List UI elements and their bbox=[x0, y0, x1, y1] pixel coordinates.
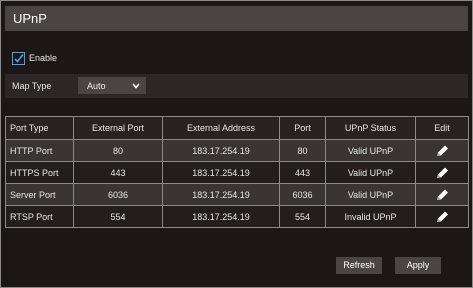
checkmark-icon bbox=[14, 53, 24, 63]
external-port-cell: 554 bbox=[73, 205, 163, 228]
port-cell: 443 bbox=[279, 161, 326, 184]
edit-cell bbox=[415, 139, 469, 162]
edit-cell bbox=[415, 183, 469, 206]
column-header-external-port: External Port bbox=[73, 116, 163, 140]
map-type-row: Map Type Auto bbox=[5, 74, 468, 98]
upnp-status-cell: Valid UPnP bbox=[325, 139, 416, 162]
port-type-cell: HTTP Port bbox=[5, 139, 74, 162]
table-row[interactable]: Server Port 6036 183.17.254.19 6036 Vali… bbox=[5, 183, 469, 206]
pencil-icon[interactable] bbox=[435, 167, 449, 179]
title-bar: UPnP bbox=[5, 6, 468, 31]
pencil-icon[interactable] bbox=[435, 211, 449, 223]
table-row[interactable]: HTTP Port 80 183.17.254.19 80 Valid UPnP bbox=[5, 139, 469, 162]
apply-button[interactable]: Apply bbox=[395, 257, 441, 274]
map-type-label: Map Type bbox=[12, 81, 52, 91]
external-port-cell: 6036 bbox=[73, 183, 163, 206]
port-cell: 6036 bbox=[279, 183, 326, 206]
pencil-icon[interactable] bbox=[435, 145, 449, 157]
upnp-status-cell: Invalid UPnP bbox=[325, 205, 416, 228]
pencil-icon[interactable] bbox=[435, 189, 449, 201]
refresh-button[interactable]: Refresh bbox=[336, 257, 382, 274]
external-port-cell: 443 bbox=[73, 161, 163, 184]
port-cell: 80 bbox=[279, 139, 326, 162]
column-header-port-type: Port Type bbox=[5, 116, 74, 140]
page-title: UPnP bbox=[13, 11, 47, 26]
upnp-panel: UPnP Enable Map Type Auto Port Type Exte… bbox=[0, 0, 473, 288]
enable-label: Enable bbox=[29, 53, 58, 63]
external-address-cell: 183.17.254.19 bbox=[162, 161, 280, 184]
external-address-cell: 183.17.254.19 bbox=[162, 139, 280, 162]
port-type-cell: HTTPS Port bbox=[5, 161, 74, 184]
upnp-status-cell: Valid UPnP bbox=[325, 161, 416, 184]
enable-row: Enable bbox=[12, 51, 57, 65]
external-address-cell: 183.17.254.19 bbox=[162, 183, 280, 206]
column-header-upnp-status: UPnP Status bbox=[325, 116, 416, 140]
table-row[interactable]: RTSP Port 554 183.17.254.19 554 Invalid … bbox=[5, 205, 469, 228]
column-header-external-address: External Address bbox=[162, 116, 280, 140]
external-address-cell: 183.17.254.19 bbox=[162, 205, 280, 228]
port-mapping-table: Port Type External Port External Address… bbox=[5, 116, 469, 228]
column-header-port: Port bbox=[279, 116, 326, 140]
port-type-cell: RTSP Port bbox=[5, 205, 74, 228]
upnp-status-cell: Valid UPnP bbox=[325, 183, 416, 206]
edit-cell bbox=[415, 161, 469, 184]
enable-checkbox[interactable] bbox=[12, 51, 25, 65]
edit-cell bbox=[415, 205, 469, 228]
map-type-select[interactable]: Auto bbox=[78, 77, 146, 94]
table-header-row: Port Type External Port External Address… bbox=[5, 116, 469, 140]
port-cell: 554 bbox=[279, 205, 326, 228]
table-row[interactable]: HTTPS Port 443 183.17.254.19 443 Valid U… bbox=[5, 161, 469, 184]
external-port-cell: 80 bbox=[73, 139, 163, 162]
column-header-edit: Edit bbox=[415, 116, 469, 140]
chevron-down-icon bbox=[132, 83, 140, 89]
map-type-value: Auto bbox=[87, 81, 106, 91]
port-type-cell: Server Port bbox=[5, 183, 74, 206]
